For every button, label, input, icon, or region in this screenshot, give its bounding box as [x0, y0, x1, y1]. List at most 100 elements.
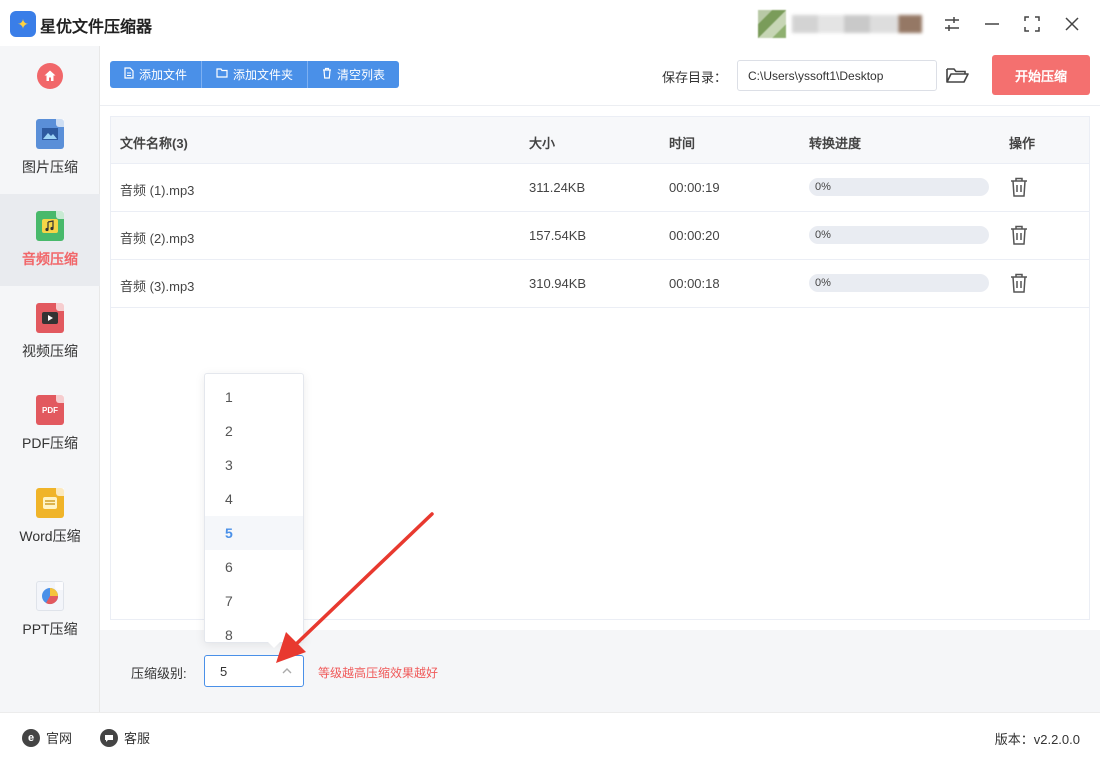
- file-duration: 00:00:18: [669, 276, 720, 291]
- table-row[interactable]: 音频 (3).mp3 310.94KB 00:00:18 0%: [111, 260, 1089, 308]
- annotation-arrow: [276, 512, 434, 663]
- file-toolbar: 添加文件 添加文件夹 清空列表: [110, 61, 400, 88]
- open-folder-svg: [946, 68, 969, 83]
- sidebar-item-word[interactable]: Word压缩: [0, 471, 100, 563]
- support-label: 客服: [124, 731, 151, 746]
- sidebar-item-label: 音频压缩: [22, 251, 78, 267]
- minimize-icon[interactable]: [978, 10, 1006, 38]
- add-file-label: 添加文件: [139, 68, 188, 82]
- sidebar-item-pdf[interactable]: PDF PDF压缩: [0, 378, 100, 470]
- footer: e 官网 客服 版本：v2.2.0.0: [0, 712, 1100, 760]
- close-icon-svg: [1065, 17, 1079, 31]
- ppt-file-icon: [36, 581, 64, 611]
- audio-glyph: [42, 219, 58, 233]
- home-icon-svg: [44, 70, 56, 81]
- delete-icon[interactable]: [1009, 176, 1029, 198]
- add-folder-label: 添加文件夹: [233, 68, 294, 82]
- divider: [100, 105, 1100, 106]
- file-icon-svg: [124, 67, 134, 79]
- file-name: 音频 (2).mp3: [120, 231, 195, 246]
- chat-icon: [100, 728, 118, 747]
- file-duration: 00:00:20: [669, 228, 720, 243]
- progress-text: 0%: [815, 277, 831, 289]
- minimize-icon-svg: [985, 23, 999, 25]
- title-bar: ✦ 星优文件压缩器 yssoft1: [0, 0, 1100, 46]
- sidebar-item-audio[interactable]: 音频压缩: [0, 194, 100, 286]
- sidebar-item-video[interactable]: 视频压缩: [0, 286, 100, 378]
- level-option-1[interactable]: 1: [205, 380, 303, 414]
- header-progress: 转换进度: [809, 136, 862, 151]
- sidebar: 图片压缩 音频压缩 视频压缩 PDF PDF压缩 Word压缩 PPT压缩: [0, 46, 100, 712]
- file-size: 157.54KB: [529, 228, 587, 243]
- maximize-icon-svg: [1024, 16, 1040, 32]
- maximize-icon[interactable]: [1018, 10, 1046, 38]
- video-glyph: [42, 312, 58, 324]
- add-file-button[interactable]: 添加文件: [110, 61, 203, 88]
- sidebar-item-label: 图片压缩: [22, 159, 78, 175]
- close-icon[interactable]: [1058, 10, 1086, 38]
- save-dir-label: 保存目录：: [662, 70, 728, 85]
- compress-level-value: 5: [220, 664, 228, 679]
- progress-bar: 0%: [809, 274, 989, 292]
- app-title: 星优文件压缩器: [40, 19, 153, 36]
- pdf-glyph: PDF: [42, 405, 58, 415]
- clear-list-button[interactable]: 清空列表: [308, 61, 400, 88]
- sidebar-item-label: 视频压缩: [22, 343, 78, 359]
- table-header: 文件名称(3) 大小 时间 转换进度 操作: [111, 117, 1089, 164]
- sidebar-item-label: PPT压缩: [22, 621, 78, 637]
- website-label: 官网: [46, 731, 73, 746]
- file-duration: 00:00:19: [669, 180, 720, 195]
- image-glyph: [42, 128, 58, 140]
- level-option-3[interactable]: 3: [205, 448, 303, 482]
- sliders-icon-svg: [945, 17, 959, 31]
- save-dir-input[interactable]: [737, 60, 937, 91]
- pdf-file-icon: PDF: [36, 395, 64, 425]
- header-size[interactable]: 大小: [529, 133, 555, 152]
- file-size: 311.24KB: [529, 180, 586, 195]
- add-folder-button[interactable]: 添加文件夹: [202, 61, 309, 88]
- user-name[interactable]: yssoft1: [792, 15, 922, 33]
- compress-level-label: 压缩级别:: [131, 666, 187, 681]
- chat-glyph: [105, 734, 113, 742]
- support-link[interactable]: 客服: [100, 728, 150, 747]
- version-text: 版本：v2.2.0.0: [994, 732, 1080, 747]
- folder-icon: [216, 68, 228, 81]
- avatar[interactable]: [758, 10, 786, 38]
- progress-text: 0%: [815, 229, 831, 241]
- sidebar-item-image[interactable]: 图片压缩: [0, 102, 100, 194]
- delete-icon[interactable]: [1009, 272, 1029, 294]
- image-file-icon: [36, 119, 64, 149]
- sliders-icon[interactable]: [938, 10, 966, 38]
- clear-list-label: 清空列表: [337, 68, 386, 82]
- progress-bar: 0%: [809, 178, 989, 196]
- sidebar-item-ppt[interactable]: PPT压缩: [0, 564, 100, 656]
- sidebar-item-label: PDF压缩: [22, 435, 78, 451]
- app-logo-glyph: ✦: [17, 15, 29, 32]
- delete-icon-svg: [1011, 177, 1027, 197]
- home-icon[interactable]: [37, 63, 63, 89]
- audio-file-icon: [36, 211, 64, 241]
- table-row[interactable]: 音频 (1).mp3 311.24KB 00:00:19 0%: [111, 164, 1089, 212]
- app-logo: ✦: [10, 11, 36, 37]
- file-name: 音频 (1).mp3: [120, 183, 195, 198]
- file-size: 310.94KB: [529, 276, 587, 291]
- progress-text: 0%: [815, 181, 831, 193]
- table-row[interactable]: 音频 (2).mp3 157.54KB 00:00:20 0%: [111, 212, 1089, 260]
- word-glyph: [43, 497, 57, 509]
- browser-icon: e: [22, 728, 40, 747]
- trash-icon: [322, 67, 332, 82]
- delete-icon-svg: [1011, 273, 1027, 293]
- trash-icon-svg: [323, 67, 332, 79]
- progress-bar: 0%: [809, 226, 989, 244]
- open-folder-icon[interactable]: [944, 63, 970, 87]
- folder-icon-svg: [216, 68, 228, 78]
- sidebar-item-label: Word压缩: [19, 528, 81, 544]
- word-file-icon: [36, 488, 64, 518]
- delete-icon[interactable]: [1009, 224, 1029, 246]
- start-compress-button[interactable]: 开始压缩: [992, 55, 1090, 95]
- header-time[interactable]: 时间: [669, 133, 695, 152]
- website-link[interactable]: e 官网: [22, 728, 72, 747]
- ppt-glyph: [42, 588, 59, 605]
- level-option-2[interactable]: 2: [205, 414, 303, 448]
- header-name[interactable]: 文件名称(3): [120, 133, 188, 152]
